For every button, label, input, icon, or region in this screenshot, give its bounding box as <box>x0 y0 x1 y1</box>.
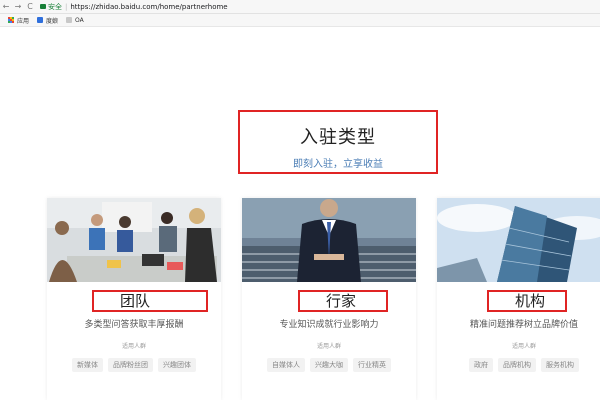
bookmark-label: 应用 <box>17 17 30 25</box>
card-name-highlight: 机构 <box>487 290 567 312</box>
tag[interactable]: 新媒体 <box>72 358 103 372</box>
bookmark-icon <box>66 17 73 23</box>
team-photo <box>47 198 221 282</box>
bookmark-apps[interactable]: 应用 <box>8 16 29 25</box>
paw-icon <box>37 17 44 23</box>
lock-icon <box>40 4 46 9</box>
tag-list: 新媒体 品牌粉丝团 兴趣团体 <box>47 358 221 372</box>
audience-label: 适用人群 <box>121 343 146 350</box>
address-divider: | <box>65 2 68 11</box>
tag-list: 自媒体人 兴趣大咖 行业精英 <box>242 358 416 372</box>
card-expert[interactable]: 行家 专业知识成就行业影响力 适用人群 自媒体人 兴趣大咖 行业精英 <box>242 198 416 400</box>
page-subtitle: 即刻入驻，立享收益 <box>293 159 383 170</box>
card-description: 专业知识成就行业影响力 <box>279 320 379 330</box>
forward-button[interactable]: → <box>12 1 24 13</box>
tag-list: 政府 品牌机构 服务机构 <box>437 358 600 372</box>
card-name-highlight: 团队 <box>92 290 208 312</box>
hero-highlight-box: 入驻类型 即刻入驻，立享收益 <box>238 110 438 174</box>
bookmark-oa[interactable]: OA <box>66 17 84 24</box>
reload-button[interactable]: C <box>24 1 36 13</box>
card-title: 团队 <box>120 292 151 310</box>
tag[interactable]: 服务机构 <box>541 358 579 372</box>
tag[interactable]: 自媒体人 <box>267 358 305 372</box>
apps-grid-icon <box>8 17 14 23</box>
audience-label: 适用人群 <box>316 343 341 350</box>
security-indicator[interactable]: 安全 <box>40 2 62 12</box>
card-title: 行家 <box>326 292 357 310</box>
bookmark-label: OA <box>75 16 84 24</box>
security-label: 安全 <box>48 2 62 11</box>
page-title: 入驻类型 <box>300 127 376 148</box>
card-name-highlight: 行家 <box>298 290 388 312</box>
tag[interactable]: 政府 <box>469 358 493 372</box>
card-title: 机构 <box>515 292 546 310</box>
tag[interactable]: 行业精英 <box>353 358 391 372</box>
card-description: 多类型问答获取丰厚报酬 <box>84 320 184 330</box>
back-button[interactable]: ← <box>0 1 12 13</box>
bookmarks-bar: 应用 度娘 OA <box>0 14 600 27</box>
audience-label: 适用人群 <box>511 343 536 350</box>
tag[interactable]: 兴趣团体 <box>158 358 196 372</box>
card-team[interactable]: 团队 多类型问答获取丰厚报酬 适用人群 新媒体 品牌粉丝团 兴趣团体 <box>47 198 221 400</box>
card-description: 精准问题推荐树立品牌价值 <box>469 320 578 330</box>
bookmark-label: 度娘 <box>46 17 59 25</box>
card-institution[interactable]: 机构 精准问题推荐树立品牌价值 适用人群 政府 品牌机构 服务机构 <box>437 198 600 400</box>
building-photo <box>437 198 600 282</box>
address-bar[interactable]: https://zhidao.baidu.com/home/partnerhom… <box>70 3 227 11</box>
tag[interactable]: 兴趣大咖 <box>310 358 348 372</box>
tag[interactable]: 品牌粉丝团 <box>108 358 153 372</box>
partner-home-page: 入驻类型 即刻入驻，立享收益 团队 多类型问答获取丰厚报酬 适用人群 新媒体 品… <box>0 27 600 400</box>
tag[interactable]: 品牌机构 <box>498 358 536 372</box>
expert-photo <box>242 198 416 282</box>
browser-toolbar: ← → C 安全 | https://zhidao.baidu.com/home… <box>0 0 600 14</box>
bookmark-duniang[interactable]: 度娘 <box>37 16 58 25</box>
